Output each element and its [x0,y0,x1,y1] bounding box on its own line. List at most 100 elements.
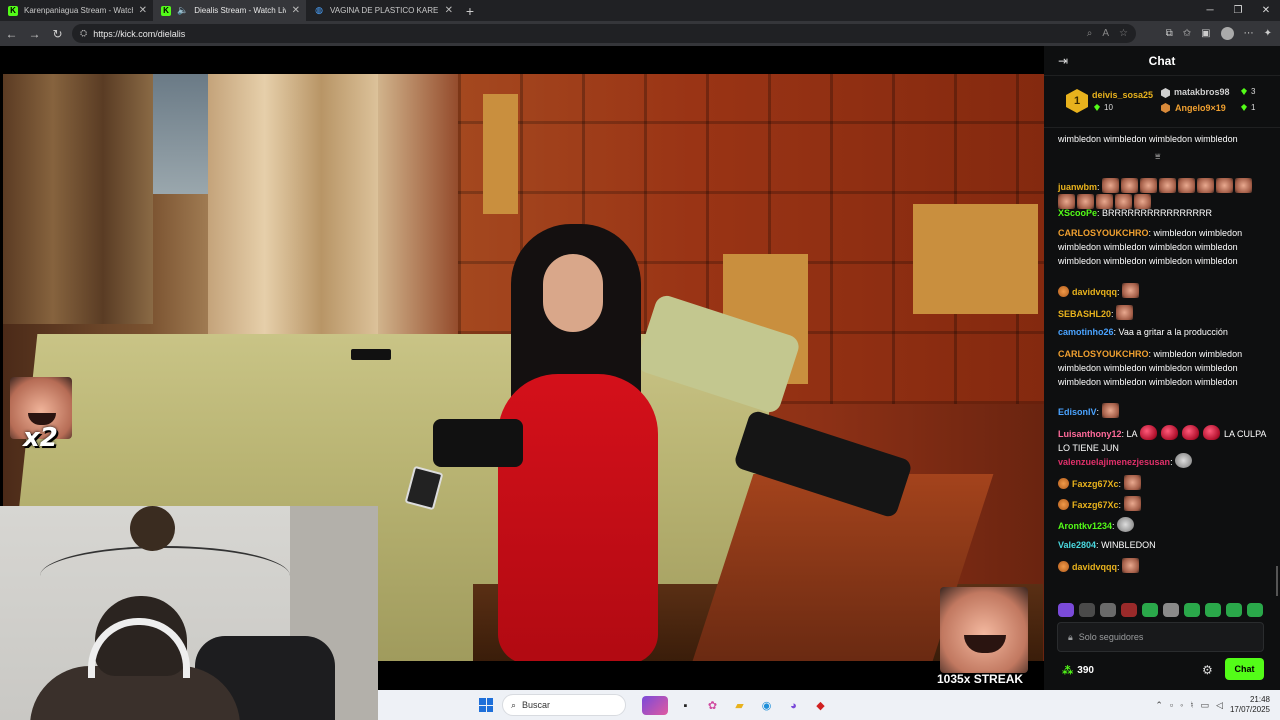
heart-emote-icon [1160,425,1178,440]
send-chat-button[interactable]: Chat [1225,658,1264,680]
tab-dielalis[interactable]: K 🔈 Diealis Stream - Watch Live o ✕ [153,0,306,21]
forward-icon[interactable]: → [23,21,46,46]
maximize-icon[interactable]: ❐ [1224,0,1252,21]
back-icon[interactable]: ← [0,21,23,46]
chat-message: wimbledon wimbledon wimbledon wimbledon … [1058,128,1268,146]
streak-label: 1035x STREAK [937,672,1024,686]
extensions-icon[interactable]: ⧉ [1166,28,1173,39]
emote-icon[interactable] [1142,603,1158,617]
leader-first-count: 10 [1094,103,1113,112]
emote-icon[interactable] [1184,603,1200,617]
chat-username[interactable]: Arontkv1234 [1058,521,1112,531]
chat-message: valenzuelajimenezjesusan: [1058,453,1268,469]
leader-first-name[interactable]: deivis_sosa25 [1092,90,1153,100]
emote-icon[interactable] [1163,603,1179,617]
collections-icon[interactable]: ▣ [1201,28,1210,39]
microphone-icon[interactable]: ♮ [1190,700,1193,711]
chat-username[interactable]: EdisonIV [1058,407,1097,417]
site-info-icon[interactable]: ⛭ [80,28,87,39]
chat-username[interactable]: juanwbm [1058,182,1097,192]
chevron-up-icon[interactable]: ⌃ [1155,700,1163,711]
network-icon[interactable]: ▭ [1201,700,1210,711]
discord-icon[interactable]: ◕ [784,696,803,715]
chat-message: SEBASHL20: [1058,305,1268,321]
favorites-icon[interactable]: ✩ [1183,28,1191,39]
widgets-icon[interactable] [642,696,668,715]
chat-username[interactable]: SEBASHL20 [1058,309,1111,319]
chat-username[interactable]: Faxzg67Xc [1072,500,1119,510]
chat-message-text: wimbledon wimbledon wimbledon wimbledon … [1058,128,1238,144]
reload-icon[interactable]: ↻ [46,21,69,46]
chat-message: EdisonIV: [1058,403,1268,419]
close-tab-icon[interactable]: ✕ [292,5,300,16]
windows-taskbar: ⌕ Buscar ▪ ✿ ▰ ◉ ◕ ◆ ⌃ ▫ ◦ ♮ ▭ ◁ 21:48 1… [378,690,1280,720]
chat-username[interactable]: Faxzg67Xc [1072,479,1119,489]
emote-icon [1122,283,1140,298]
close-window-icon[interactable]: ✕ [1252,0,1280,21]
start-icon[interactable] [479,698,493,712]
emote-icon[interactable] [1100,603,1116,617]
emote-icon[interactable] [1226,603,1242,617]
clock[interactable]: 21:48 17/07/2025 [1230,695,1270,715]
emote-icon[interactable] [1079,603,1095,617]
chat-username[interactable]: XScooPe [1058,208,1097,218]
emote-icon[interactable] [1247,603,1263,617]
chat-message: davidvqqq: [1058,558,1268,574]
close-tab-icon[interactable]: ✕ [139,5,147,16]
app-icon[interactable]: ◆ [811,696,830,715]
new-tab-button[interactable]: + [459,0,481,21]
leader-second-name[interactable]: matakbros98 [1174,87,1230,97]
emote-icon[interactable] [1121,603,1137,617]
leader-third-name[interactable]: Angelo9×19 [1175,103,1226,113]
emote-icon [1116,305,1134,320]
emote-icon[interactable] [1205,603,1221,617]
profile-avatar-icon[interactable] [1220,27,1234,40]
world-icon: ◍ [315,5,323,15]
volume-icon[interactable]: ◁ [1216,700,1223,711]
more-menu-icon[interactable]: ⋯ [1244,28,1254,39]
speaker-icon[interactable]: 🔈 [177,5,188,16]
chat-message-text: LA [1126,429,1138,439]
chat-input[interactable]: 🔒︎ Solo seguidores [1057,622,1264,652]
tray-app-icon[interactable]: ▫ [1170,700,1173,710]
chat-username[interactable]: Vale2804 [1058,540,1096,550]
url-field[interactable]: ⛭ https://kick.com/dielalis ⌕ A ☆ [72,24,1136,43]
kick-gem-icon [1094,104,1100,111]
tray-app-icon[interactable]: ◦ [1180,700,1183,710]
tab-karenpaniagua[interactable]: K Karenpaniagua Stream - Watch Li ✕ [0,0,153,21]
chat-username[interactable]: davidvqqq [1072,287,1117,297]
chat-message: davidvqqq: [1058,283,1268,299]
edge-icon[interactable]: ◉ [757,696,776,715]
emote-icon [1121,178,1139,193]
wall-panel [483,94,518,214]
tab-title: Diealis Stream - Watch Live o [194,6,285,15]
chat-username[interactable]: CARLOSYOUKCHRO [1058,228,1149,238]
chat-messages[interactable]: wimbledon wimbledon wimbledon wimbledon … [1044,128,1280,598]
chat-settings-icon[interactable]: ⚙ [1202,663,1213,677]
emote-icon[interactable] [1058,603,1074,617]
chat-username[interactable]: valenzuelajimenezjesusan [1058,457,1170,467]
channel-points[interactable]: ⁂ 390 [1062,664,1094,677]
file-explorer-icon[interactable]: ▰ [730,696,749,715]
copilot-icon[interactable]: ✦ [1264,28,1272,39]
chat-username[interactable]: CARLOSYOUKCHRO [1058,349,1149,359]
tab-video[interactable]: ◍ VAGINA DE PLASTICO KAREN PA ✕ [306,0,459,21]
chat-message: Vale2804: WINBLEDON [1058,540,1156,550]
search-label: Buscar [522,700,551,710]
read-aloud-icon[interactable]: A [1102,28,1109,39]
user-badge-icon [1058,286,1069,297]
chat-username[interactable]: davidvqqq [1072,562,1117,572]
copilot-app-icon[interactable]: ✿ [703,696,722,715]
chat-scrollbar[interactable] [1276,566,1278,596]
collapse-chat-icon[interactable]: ⇥ [1058,54,1068,68]
emote-icon [1101,403,1119,418]
task-view-icon[interactable]: ▪ [676,696,695,715]
taskbar-search[interactable]: ⌕ Buscar [502,694,626,716]
close-tab-icon[interactable]: ✕ [445,5,453,16]
zoom-icon[interactable]: ⌕ [1087,28,1093,39]
clock-time: 21:48 [1249,695,1270,704]
favorite-star-icon[interactable]: ☆ [1119,28,1128,39]
chat-username[interactable]: Luisanthony12 [1058,429,1122,439]
chat-username[interactable]: camotinho26 [1058,327,1114,337]
minimize-icon[interactable]: ─ [1196,0,1224,21]
